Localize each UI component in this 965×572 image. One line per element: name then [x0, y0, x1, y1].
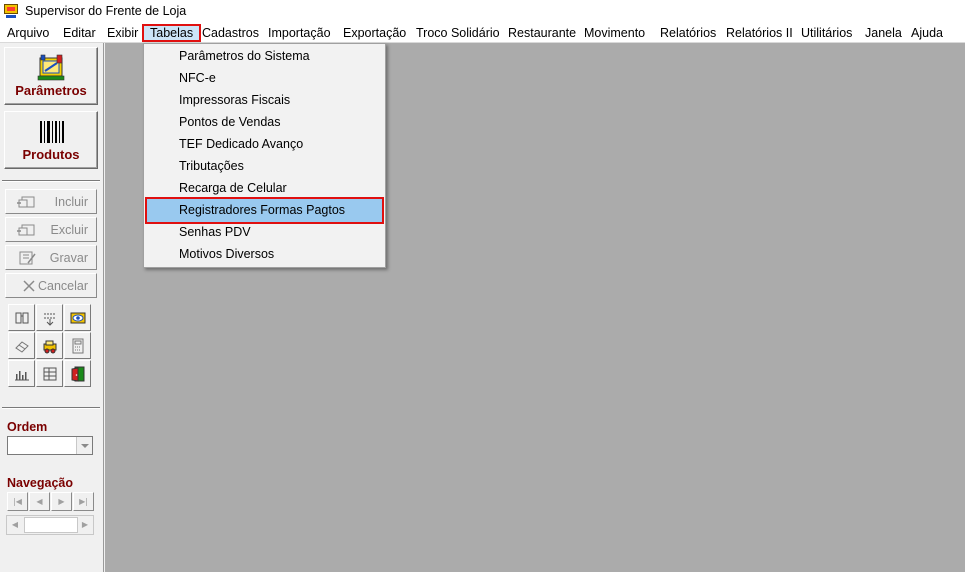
last-record-button[interactable]: ▶|	[73, 492, 94, 511]
first-record-button[interactable]: |◀	[7, 492, 28, 511]
bar-chart-icon	[15, 371, 29, 381]
add-record-icon	[17, 196, 35, 208]
menu-ajuda[interactable]: Ajuda	[911, 24, 943, 42]
view-tool-button[interactable]	[64, 304, 91, 331]
scroll-thumb[interactable]	[24, 517, 78, 533]
menu-arquivo[interactable]: Arquivo	[7, 24, 49, 42]
exit-door-icon	[71, 366, 85, 382]
menu-janela[interactable]: Janela	[865, 24, 902, 42]
barcode-icon	[40, 121, 64, 143]
gravar-button[interactable]: Gravar	[5, 245, 97, 270]
menu-importacao[interactable]: Importação	[268, 24, 331, 42]
chevron-down-icon[interactable]	[76, 437, 92, 454]
gravar-label: Gravar	[49, 251, 88, 265]
left-toolbar: Parâmetros Produtos Incluir Excluir Grav…	[0, 43, 104, 572]
table-tool-button[interactable]	[36, 360, 63, 387]
title-bar: Supervisor do Frente de Loja	[0, 0, 965, 22]
clear-tool-button[interactable]	[8, 332, 35, 359]
search-tool-button[interactable]	[8, 304, 35, 331]
exit-tool-button[interactable]	[64, 360, 91, 387]
view-eye-icon	[70, 312, 86, 324]
menu-item-motivos-diversos[interactable]: Motivos Diversos	[145, 243, 384, 265]
sidebar-divider	[2, 180, 100, 182]
eraser-icon	[15, 341, 29, 353]
menu-item-registradores-formas-pagtos[interactable]: Registradores Formas Pagtos	[145, 197, 384, 224]
scroll-left-icon[interactable]: ◀	[7, 516, 23, 534]
calculator-tool-button[interactable]	[64, 332, 91, 359]
next-record-button[interactable]: ▶	[51, 492, 72, 511]
binoculars-icon	[15, 312, 29, 324]
menu-item-recarga-de-celular[interactable]: Recarga de Celular	[145, 177, 384, 199]
prev-record-button[interactable]: ◀	[29, 492, 50, 511]
menu-item-senhas-pdv[interactable]: Senhas PDV	[145, 221, 384, 243]
menu-exportacao[interactable]: Exportação	[343, 24, 406, 42]
menu-item-nfce[interactable]: NFC-e	[145, 67, 384, 89]
menu-item-tef-dedicado-avanco[interactable]: TEF Dedicado Avanço	[145, 133, 384, 155]
prev-record-icon: ◀	[36, 497, 43, 506]
delete-record-icon	[17, 224, 35, 236]
sort-icon	[44, 313, 56, 326]
cancelar-label: Cancelar	[37, 279, 88, 293]
parametros-button[interactable]: Parâmetros	[4, 47, 98, 105]
ordem-label: Ordem	[7, 420, 48, 434]
cancelar-button[interactable]: Cancelar	[5, 273, 97, 298]
first-record-icon: |◀	[13, 497, 22, 506]
menu-relatorios-ii[interactable]: Relatórios II	[726, 24, 793, 42]
menu-bar: Arquivo Editar Exibir Tabelas Cadastros …	[0, 22, 965, 43]
sidebar-divider	[2, 407, 100, 409]
last-record-icon: ▶|	[79, 497, 88, 506]
menu-restaurante[interactable]: Restaurante	[508, 24, 576, 42]
scroll-right-icon[interactable]: ▶	[77, 516, 93, 534]
menu-relatorios[interactable]: Relatórios	[660, 24, 716, 42]
excluir-label: Excluir	[50, 223, 88, 237]
save-record-icon	[19, 251, 36, 265]
tabelas-dropdown-menu: Parâmetros do Sistema NFC-e Impressoras …	[143, 43, 386, 268]
parameters-icon	[37, 54, 65, 81]
window-title: Supervisor do Frente de Loja	[25, 4, 187, 18]
menu-cadastros[interactable]: Cadastros	[202, 24, 259, 42]
produtos-label: Produtos	[22, 147, 80, 162]
menu-item-parametros-do-sistema[interactable]: Parâmetros do Sistema	[145, 45, 384, 67]
menu-item-pontos-de-vendas[interactable]: Pontos de Vendas	[145, 111, 384, 133]
vehicle-tool-button[interactable]	[36, 332, 63, 359]
incluir-label: Incluir	[54, 195, 88, 209]
menu-utilitarios[interactable]: Utilitários	[801, 24, 852, 42]
menu-exibir[interactable]: Exibir	[107, 24, 138, 42]
menu-movimento[interactable]: Movimento	[584, 24, 645, 42]
vehicle-icon	[43, 340, 57, 354]
table-edit-icon	[43, 367, 57, 381]
report-tool-button[interactable]	[8, 360, 35, 387]
excluir-button[interactable]: Excluir	[5, 217, 97, 242]
parametros-label: Parâmetros	[15, 83, 87, 98]
ordem-select[interactable]	[7, 436, 93, 455]
produtos-button[interactable]: Produtos	[4, 111, 98, 169]
menu-item-impressoras-fiscais[interactable]: Impressoras Fiscais	[145, 89, 384, 111]
cancel-x-icon	[23, 280, 35, 292]
navigation-scrollbar[interactable]: ◀ ▶	[6, 515, 94, 535]
sort-tool-button[interactable]	[36, 304, 63, 331]
incluir-button[interactable]: Incluir	[5, 189, 97, 214]
menu-item-tributacoes[interactable]: Tributações	[145, 155, 384, 177]
next-record-icon: ▶	[58, 497, 65, 506]
calculator-icon	[72, 338, 84, 354]
navegacao-label: Navegação	[7, 476, 74, 490]
app-computer-icon	[3, 3, 19, 19]
menu-troco-solidario[interactable]: Troco Solidário	[416, 24, 500, 42]
menu-editar[interactable]: Editar	[63, 24, 96, 42]
menu-tabelas[interactable]: Tabelas	[142, 24, 202, 42]
